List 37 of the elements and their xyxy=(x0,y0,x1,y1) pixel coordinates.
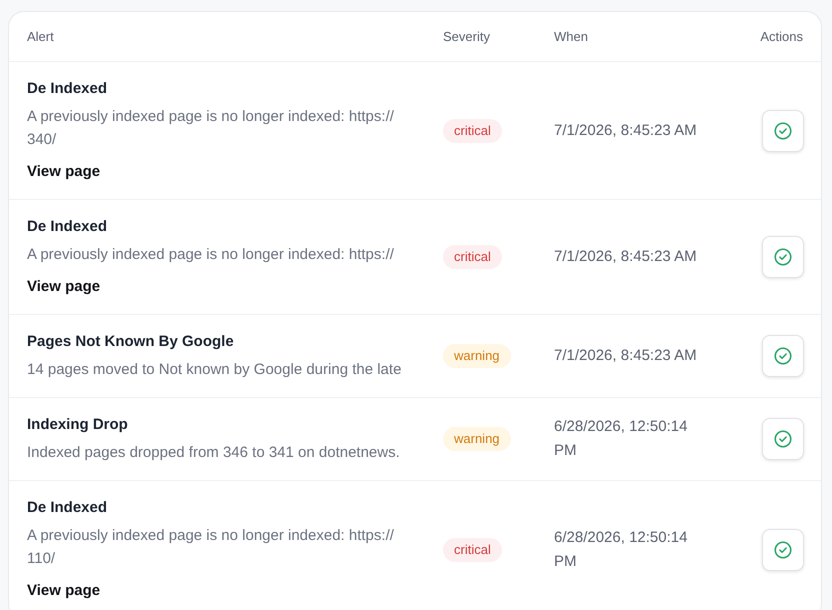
column-header: Severity xyxy=(443,29,491,44)
severity-badge: warning xyxy=(443,427,511,451)
severity-badge: warning xyxy=(443,344,511,368)
column-header: When xyxy=(554,29,589,44)
alert-title: De Indexed xyxy=(27,498,108,518)
resolve-button[interactable] xyxy=(762,236,804,278)
alert-description: A previously indexed page is no longer indexed: https:// 110/ xyxy=(27,526,394,569)
alert-description: 14 pages moved to Not known by Google during the late xyxy=(27,360,402,380)
severity-badge: critical xyxy=(443,538,502,562)
view-page-link[interactable]: View page xyxy=(27,580,100,602)
check-circle-icon xyxy=(774,430,792,448)
column-header: Alert xyxy=(26,29,55,44)
alert-time: 6/28/2026, 12:50:14 PM xyxy=(554,417,688,461)
alert-description: Indexed pages dropped from 346 to 341 on dotnetnews. xyxy=(27,443,400,463)
alert-description: A previously indexed page is no longer indexed: https:// 340/ xyxy=(27,107,394,150)
alert-title: Pages Not Known By Google xyxy=(27,332,234,352)
check-circle-icon xyxy=(774,540,792,558)
alert-title: Indexing Drop xyxy=(27,415,128,435)
view-page-link[interactable]: View page xyxy=(27,161,100,183)
check-circle-icon xyxy=(774,248,792,266)
alert-time: 7/1/2026, 8:45:23 AM xyxy=(554,247,698,267)
check-circle-icon xyxy=(774,122,792,140)
alert-time: 6/28/2026, 12:50:14 PM xyxy=(554,528,688,572)
alert-description: A previously indexed page is no longer indexed: https:// xyxy=(27,245,394,265)
resolve-button[interactable] xyxy=(762,418,804,460)
column-header: Actions xyxy=(759,29,804,44)
check-circle-icon xyxy=(774,347,792,365)
alert-title: De Indexed xyxy=(27,79,108,99)
alert-time: 7/1/2026, 8:45:23 AM xyxy=(554,120,698,140)
resolve-button[interactable] xyxy=(762,110,804,152)
severity-badge: critical xyxy=(443,118,502,142)
resolve-button[interactable] xyxy=(762,335,804,377)
view-page-link[interactable]: View page xyxy=(27,276,100,298)
alert-time: 7/1/2026, 8:45:23 AM xyxy=(554,346,698,366)
alert-title: De Indexed xyxy=(27,217,108,237)
resolve-button[interactable] xyxy=(762,528,804,570)
severity-badge: critical xyxy=(443,245,502,269)
